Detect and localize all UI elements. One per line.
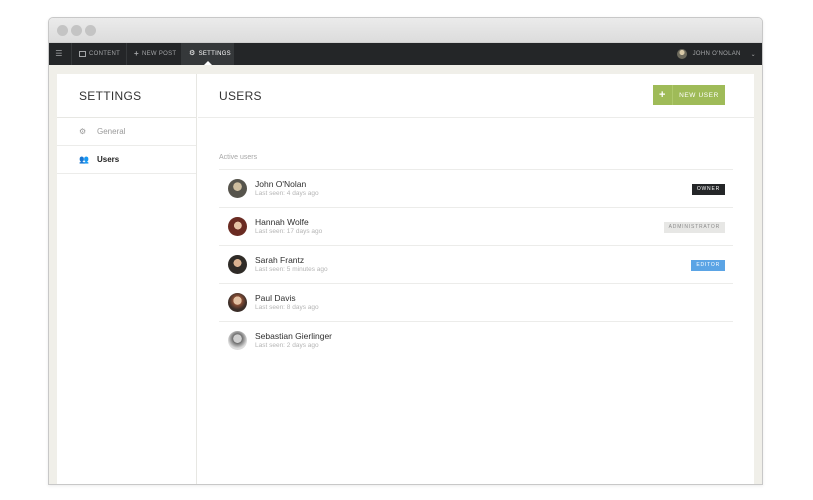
role-badge: ADMINISTRATOR [663, 222, 725, 233]
list-item[interactable]: Paul Davis Last seen: 8 days ago [219, 283, 733, 321]
nav-content[interactable]: CONTENT [79, 43, 120, 65]
top-navbar: ☰ CONTENT + NEW POST ⚙ SETTINGS JOHN O'N… [49, 43, 762, 65]
browser-window: ☰ CONTENT + NEW POST ⚙ SETTINGS JOHN O'N… [48, 17, 763, 485]
sidebar-item-users[interactable]: 👥 Users [57, 146, 196, 174]
window-close-button[interactable] [57, 25, 68, 36]
avatar [228, 217, 247, 236]
page-title: USERS [219, 89, 262, 103]
avatar [228, 331, 247, 350]
new-user-label: NEW USER [679, 91, 719, 99]
last-seen: Last seen: 8 days ago [255, 304, 319, 311]
user-menu[interactable]: JOHN O'NOLAN ⌄ [676, 43, 756, 65]
sidebar-item-label: General [97, 127, 126, 136]
sidebar-item-general[interactable]: ⚙ General [57, 118, 196, 146]
list-item[interactable]: Sarah Frantz Last seen: 5 minutes ago ED… [219, 245, 733, 283]
plus-icon: + [653, 85, 673, 105]
settings-panel: SETTINGS ⚙ General 👥 Users USERS + NEW U… [57, 74, 754, 484]
menu-icon[interactable]: ☰ [53, 43, 65, 65]
user-name: Sebastian Gierlinger [255, 331, 333, 341]
list-item[interactable]: Hannah Wolfe Last seen: 17 days ago ADMI… [219, 207, 733, 245]
window-minimize-button[interactable] [71, 25, 82, 36]
role-badge: EDITOR [691, 260, 725, 271]
list-item[interactable]: Sebastian Gierlinger Last seen: 2 days a… [219, 321, 733, 359]
user-name: John O'Nolan [255, 179, 307, 189]
window-zoom-button[interactable] [85, 25, 96, 36]
sidebar-title: SETTINGS [57, 74, 196, 118]
user-name: Paul Davis [255, 293, 296, 303]
avatar [228, 255, 247, 274]
user-name: Sarah Frantz [255, 255, 305, 265]
avatar [228, 293, 247, 312]
nav-new-post[interactable]: + NEW POST [134, 43, 176, 65]
list-item[interactable]: John O'Nolan Last seen: 4 days ago OWNER [219, 169, 733, 207]
nav-new-post-label: NEW POST [141, 51, 177, 57]
nav-settings-label: SETTINGS [198, 51, 231, 57]
nav-divider [126, 43, 127, 65]
last-seen: Last seen: 4 days ago [255, 190, 319, 197]
users-icon: 👥 [79, 155, 89, 164]
main-header: USERS + NEW USER [198, 74, 754, 118]
user-name: Hannah Wolfe [255, 217, 309, 227]
content-icon [79, 51, 86, 57]
chevron-down-icon: ⌄ [750, 51, 756, 58]
nav-settings[interactable]: ⚙ SETTINGS [181, 43, 234, 65]
plus-icon: + [134, 49, 139, 58]
role-badge: OWNER [691, 184, 725, 195]
avatar [228, 179, 247, 198]
window-titlebar [49, 18, 762, 43]
new-user-button[interactable]: + NEW USER [653, 85, 725, 105]
last-seen: Last seen: 5 minutes ago [255, 266, 328, 273]
active-users-label: Active users [219, 154, 258, 161]
avatar [676, 49, 687, 59]
last-seen: Last seen: 2 days ago [255, 342, 319, 349]
gear-icon: ⚙ [189, 50, 196, 57]
last-seen: Last seen: 17 days ago [255, 228, 323, 235]
user-name: JOHN O'NOLAN [692, 51, 741, 57]
nav-divider [71, 43, 72, 65]
settings-sidebar: SETTINGS ⚙ General 👥 Users [57, 74, 197, 484]
users-main: USERS + NEW USER Active users John O'Nol… [198, 74, 754, 484]
user-list: John O'Nolan Last seen: 4 days ago OWNER… [219, 169, 733, 359]
gear-icon: ⚙ [79, 127, 87, 136]
sidebar-item-label: Users [97, 155, 120, 164]
nav-content-label: CONTENT [89, 51, 121, 57]
